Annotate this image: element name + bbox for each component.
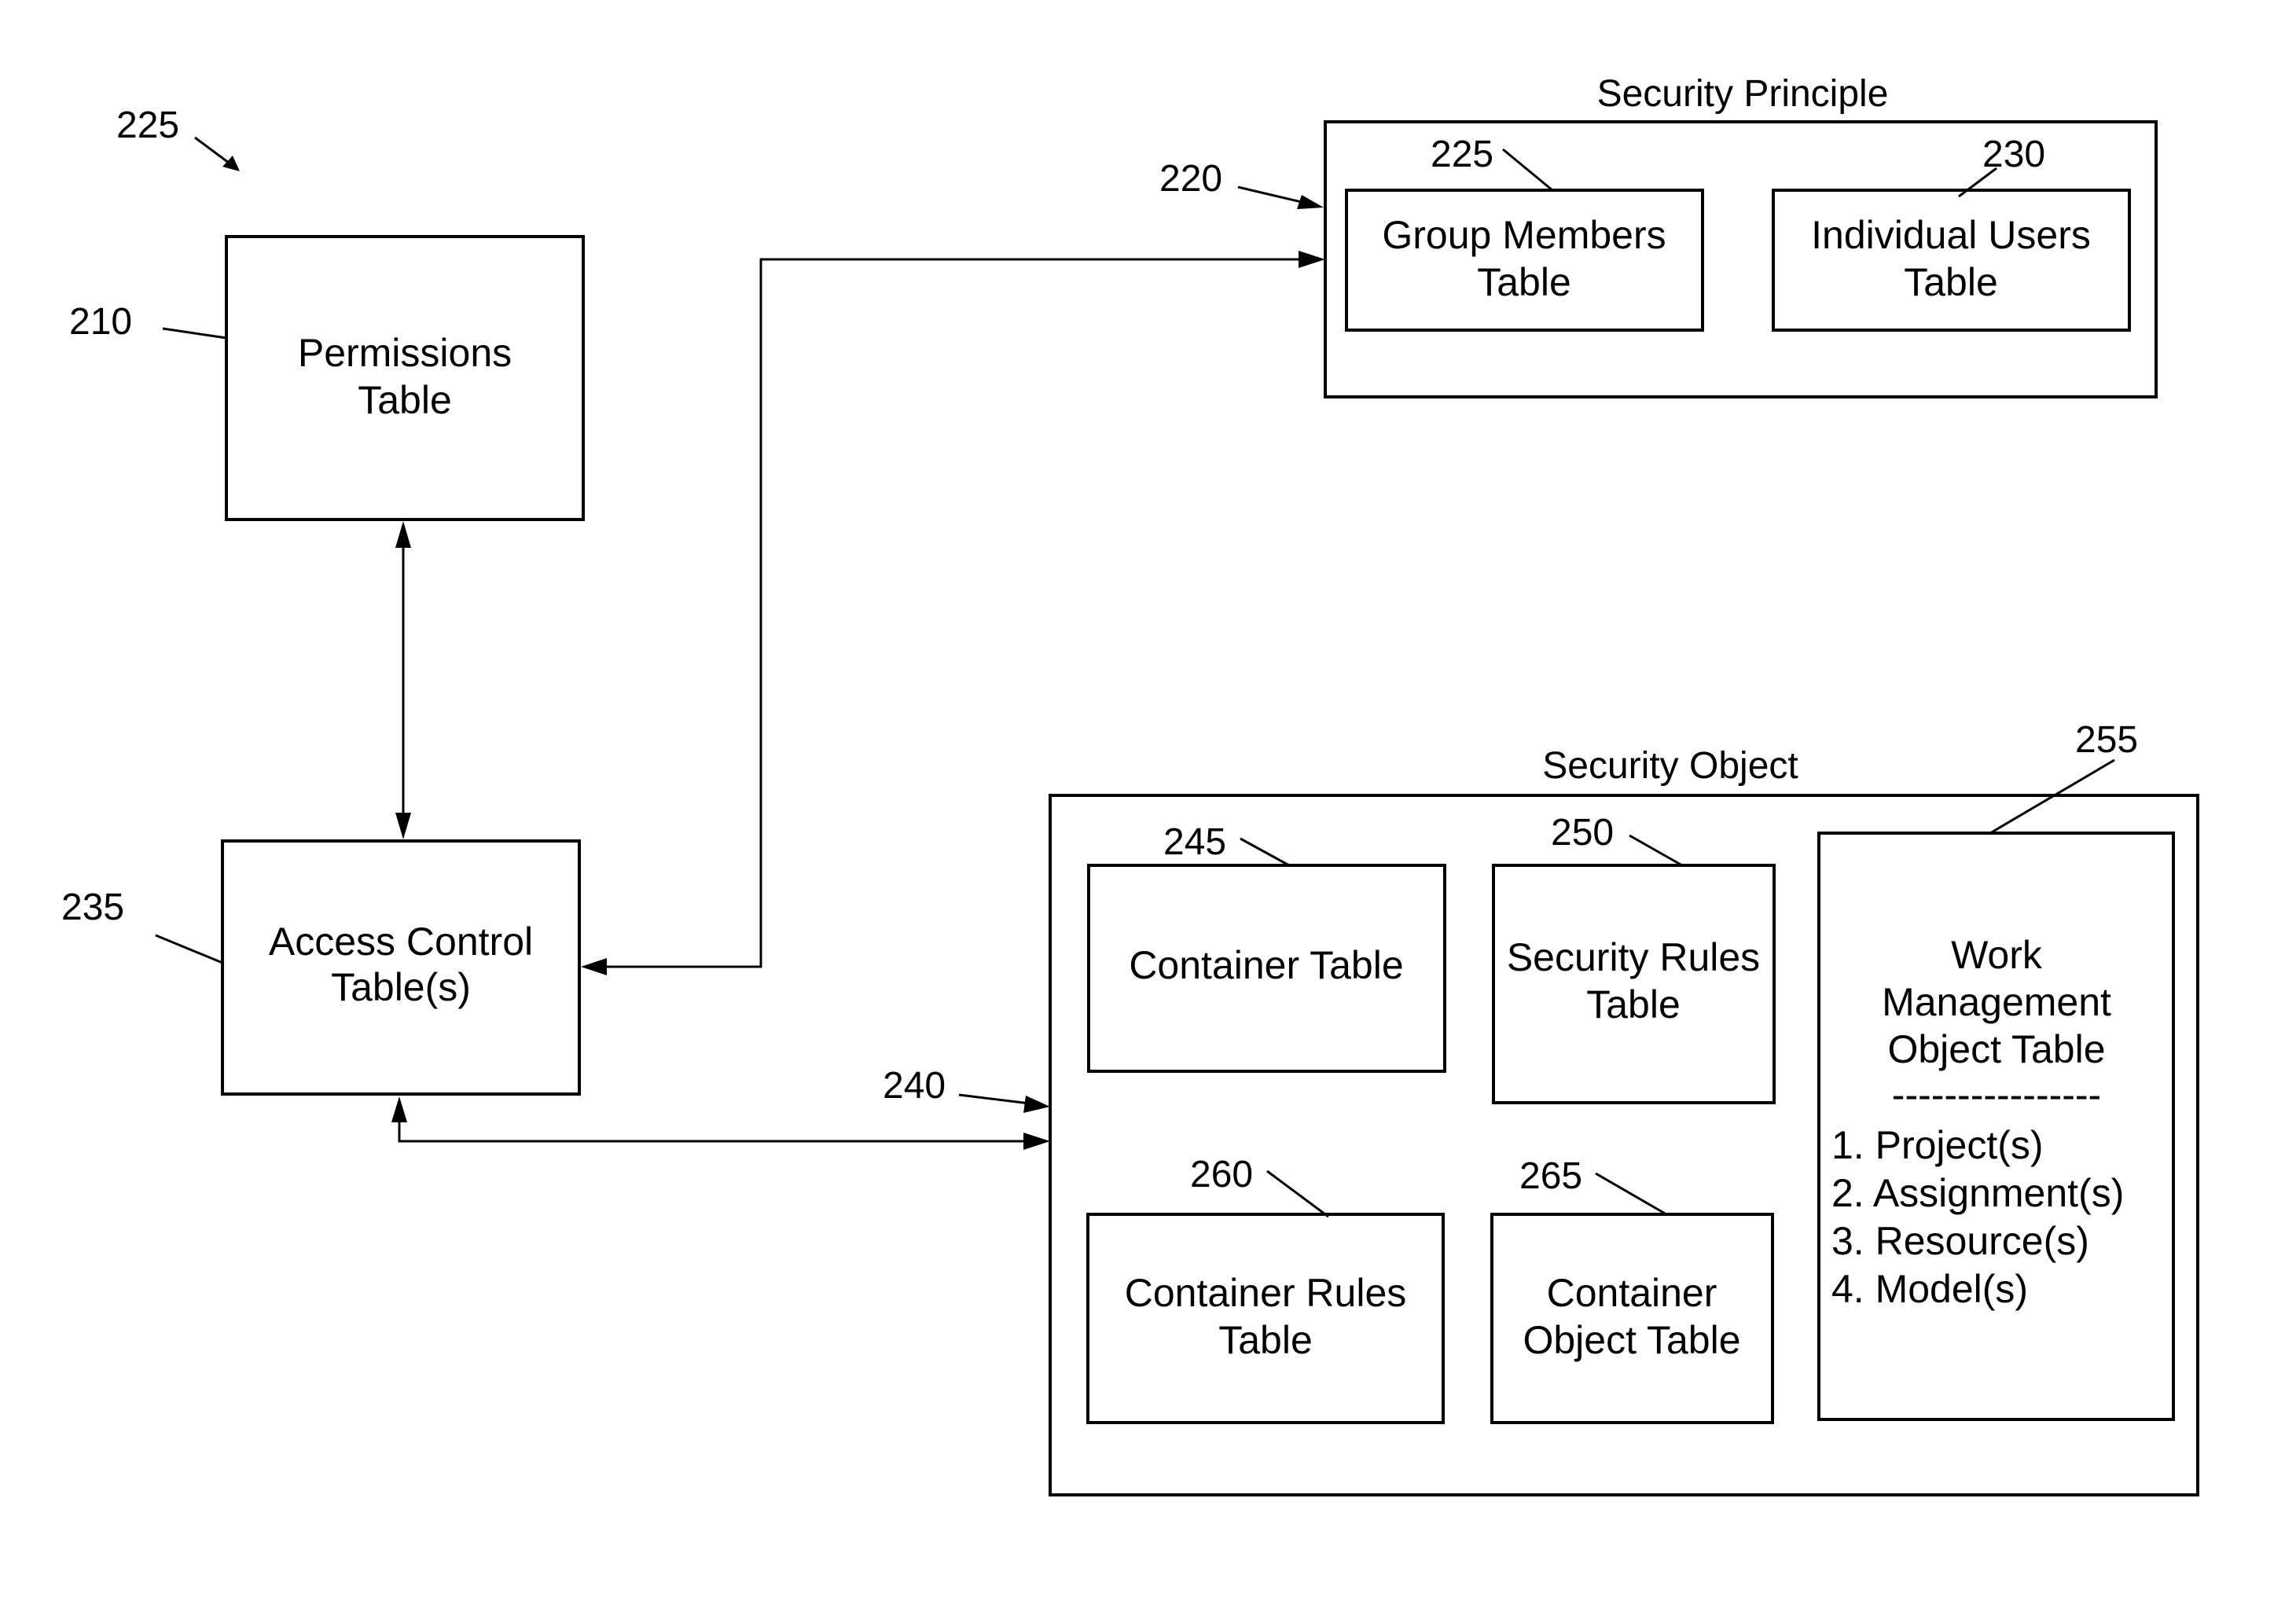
- security-object-ref-arrowhead: [1023, 1096, 1050, 1113]
- work-management-label-2: Management: [1882, 980, 2111, 1024]
- arrowhead-right-object: [1023, 1133, 1050, 1150]
- individual-users-label-1: Individual Users: [1811, 213, 2091, 257]
- permissions-table-label-2: Table: [358, 378, 452, 422]
- work-management-item-1: 1. Project(s): [1831, 1123, 2044, 1167]
- work-management-item-4: 4. Model(s): [1831, 1267, 2028, 1311]
- container-rules-label-1: Container Rules: [1125, 1271, 1407, 1315]
- arrowhead-down-access: [395, 813, 411, 839]
- arrowhead-right-principle: [1299, 251, 1325, 268]
- container-table-label: Container Table: [1129, 943, 1403, 987]
- security-object-ref-arrow-line: [958, 1093, 1030, 1105]
- access-control-ref-label: 235: [61, 887, 124, 928]
- container-object-label-1: Container: [1547, 1271, 1717, 1315]
- work-management-separator: ----------------: [1892, 1073, 2101, 1117]
- figure-ref-arrowhead: [222, 156, 240, 171]
- security-object-ref-label: 240: [883, 1065, 946, 1107]
- security-architecture-diagram: 225 Permissions Table 210 Access Control…: [61, 73, 2199, 1496]
- container-rules-label-2: Table: [1218, 1318, 1313, 1362]
- container-table-ref-label: 245: [1163, 821, 1226, 863]
- container-rules-ref-label: 260: [1190, 1154, 1253, 1195]
- group-members-ref-label: 225: [1431, 134, 1493, 175]
- security-principle-ref-arrow-line: [1237, 185, 1306, 204]
- security-rules-label-1: Security Rules: [1507, 935, 1760, 979]
- permissions-ref-label: 210: [69, 301, 132, 343]
- arrowhead-left-access: [581, 958, 607, 975]
- security-principle-title: Security Principle: [1597, 73, 1889, 115]
- security-principle-ref-arrowhead: [1297, 195, 1324, 209]
- security-rules-label-2: Table: [1586, 982, 1681, 1026]
- security-object-title: Security Object: [1542, 745, 1798, 787]
- access-object-connector: [398, 1120, 1030, 1143]
- access-control-label-2: Table(s): [331, 965, 471, 1009]
- container-object-ref-label: 265: [1519, 1155, 1582, 1197]
- work-management-item-3: 3. Resource(s): [1831, 1219, 2089, 1263]
- arrowhead-up-access: [391, 1096, 407, 1122]
- group-members-label-1: Group Members: [1382, 213, 1666, 257]
- security-rules-ref-label: 250: [1551, 812, 1614, 854]
- container-object-label-2: Object Table: [1523, 1318, 1740, 1362]
- arrowhead-up-permissions: [395, 521, 411, 548]
- work-management-label-3: Object Table: [1887, 1027, 2105, 1071]
- access-control-label-1: Access Control: [269, 920, 533, 964]
- work-management-ref-label: 255: [2075, 719, 2138, 761]
- work-management-item-2: 2. Assignment(s): [1831, 1171, 2124, 1215]
- access-control-ref-leader: [155, 934, 223, 964]
- individual-users-ref-label: 230: [1982, 134, 2045, 175]
- security-principle-ref-label: 220: [1159, 158, 1222, 200]
- work-management-label-1: Work: [1951, 933, 2043, 977]
- permissions-table-label-1: Permissions: [298, 331, 512, 375]
- group-members-label-2: Table: [1477, 260, 1571, 304]
- figure-ref-arrow-line: [194, 136, 233, 167]
- permissions-ref-leader: [162, 327, 227, 340]
- figure-ref-label: 225: [116, 105, 179, 146]
- individual-users-label-2: Table: [1904, 260, 1998, 304]
